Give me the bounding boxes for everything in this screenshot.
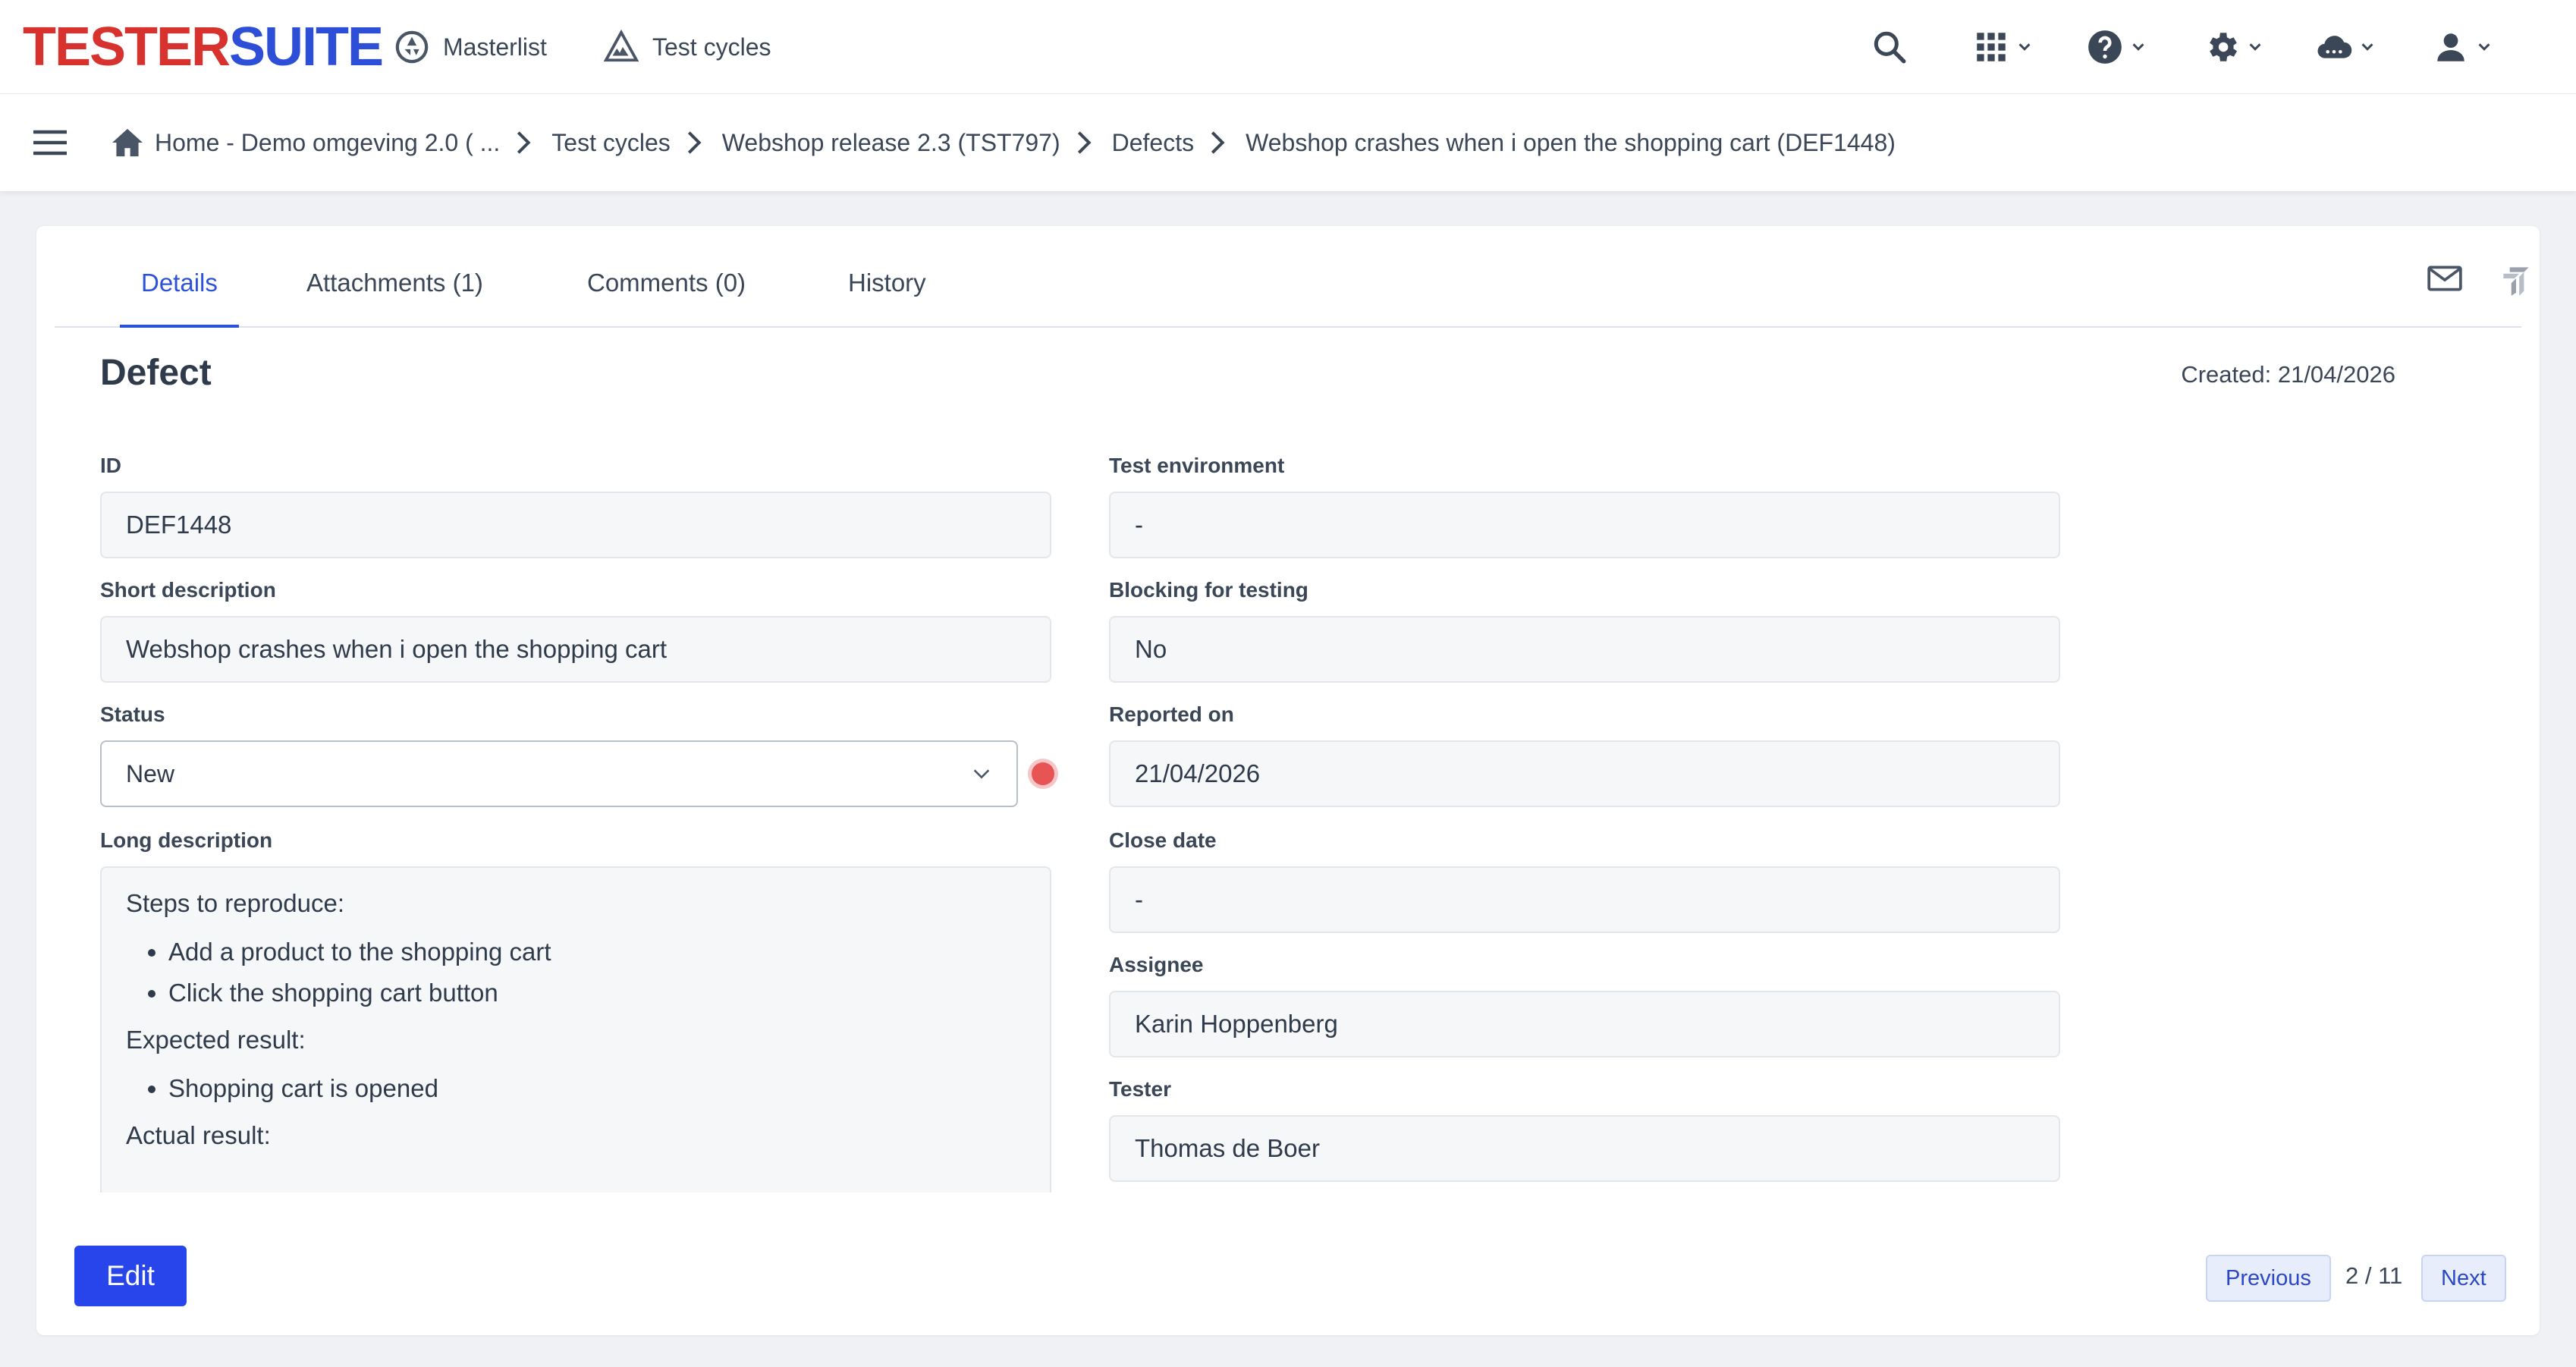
status-select[interactable]: New [100, 740, 1018, 807]
cloud-icon [2317, 36, 2352, 58]
list-item: Shopping cart is opened [168, 1068, 1026, 1109]
expected-heading: Expected result: [126, 1026, 306, 1054]
hamburger-menu-icon[interactable] [33, 127, 67, 158]
short-description-field: Webshop crashes when i open the shopping… [100, 616, 1051, 683]
chevron-right-icon [1077, 131, 1092, 154]
nav-test-cycles[interactable]: Test cycles [604, 26, 771, 68]
breadcrumb-item-defects[interactable]: Defects [1112, 129, 1194, 157]
home-icon[interactable] [111, 127, 144, 158]
blocking-label: Blocking for testing [1109, 578, 1308, 602]
breadcrumb: Home - Demo omgeving 2.0 ( ... Test cycl… [111, 121, 1896, 164]
test-environment-label: Test environment [1109, 454, 1285, 477]
tab-history[interactable]: History [827, 266, 947, 328]
next-button[interactable]: Next [2421, 1255, 2506, 1302]
expected-list: Shopping cart is opened [126, 1068, 1026, 1109]
assignee-label: Assignee [1109, 953, 1204, 976]
list-item: Add a product to the shopping cart [168, 932, 1026, 973]
tab-bar: Details Attachments (1) Comments (0) His… [55, 226, 2529, 328]
close-date-label: Close date [1109, 828, 1217, 852]
chevron-down-icon [2132, 43, 2144, 51]
status-indicator [1032, 762, 1054, 785]
breadcrumb-bar: Home - Demo omgeving 2.0 ( ... Test cycl… [0, 94, 2576, 191]
edit-button[interactable]: Edit [74, 1246, 187, 1306]
breadcrumb-item-test-cycles[interactable]: Test cycles [551, 129, 670, 157]
record-counter: 2 / 11 [2345, 1262, 2403, 1289]
chevron-right-icon [1211, 131, 1225, 154]
nav-masterlist-label: Masterlist [443, 33, 547, 61]
apps-menu-button[interactable] [1972, 24, 2033, 70]
tab-attachments[interactable]: Attachments (1) [285, 266, 504, 328]
breadcrumb-item-home[interactable]: Home - Demo omgeving 2.0 ( ... [155, 129, 500, 157]
jira-integration-icon[interactable] [2497, 259, 2535, 297]
testersuite-logo[interactable]: TESTERSUITE [23, 17, 384, 77]
chevron-down-icon [2249, 43, 2261, 51]
mail-icon[interactable] [2426, 259, 2464, 297]
long-description-label: Long description [100, 828, 273, 852]
id-label: ID [100, 454, 121, 477]
nav-masterlist[interactable]: Masterlist [394, 26, 547, 68]
previous-button[interactable]: Previous [2206, 1255, 2331, 1302]
user-menu-button[interactable] [2432, 24, 2493, 70]
nav-test-cycles-label: Test cycles [652, 33, 771, 61]
steps-list: Add a product to the shopping cart Click… [126, 932, 1026, 1013]
tab-comments[interactable]: Comments (0) [566, 266, 767, 328]
chevron-down-icon [2361, 43, 2373, 51]
steps-heading: Steps to reproduce: [126, 889, 345, 917]
top-bar: TESTERSUITE Masterlist Test cycles [0, 0, 2576, 94]
settings-gear-icon [2210, 33, 2237, 61]
chevron-right-icon [517, 131, 531, 154]
user-icon [2437, 33, 2464, 61]
status-selected-value: New [126, 759, 175, 787]
created-date: Created: 21/04/2026 [2181, 361, 2395, 388]
chevron-down-icon [2018, 43, 2031, 51]
status-label: Status [100, 702, 165, 726]
help-icon [2088, 30, 2122, 64]
search-button[interactable] [1871, 24, 1908, 70]
reported-on-field: 21/04/2026 [1109, 740, 2060, 807]
breadcrumb-item-current: Webshop crashes when i open the shopping… [1246, 128, 1896, 156]
tester-label: Tester [1109, 1077, 1171, 1101]
blocking-field: No [1109, 616, 2060, 683]
settings-menu-button[interactable] [2203, 24, 2263, 70]
test-environment-field: - [1109, 492, 2060, 558]
tab-details[interactable]: Details [120, 266, 239, 328]
id-field: DEF1448 [100, 492, 1051, 558]
test-cycles-icon [604, 30, 639, 62]
apps-grid-icon [1977, 33, 2006, 61]
masterlist-icon [395, 30, 429, 64]
close-date-field: - [1109, 866, 2060, 933]
help-menu-button[interactable] [2086, 24, 2147, 70]
list-item: Click the shopping cart button [168, 973, 1026, 1013]
chevron-down-icon [973, 769, 990, 779]
cloud-menu-button[interactable] [2315, 24, 2376, 70]
defect-card: Details Attachments (1) Comments (0) His… [36, 226, 2540, 1335]
reported-on-label: Reported on [1109, 702, 1234, 726]
search-icon [1874, 31, 1906, 64]
long-description-field: Steps to reproduce: Add a product to the… [100, 866, 1051, 1193]
section-title: Defect [100, 353, 212, 393]
tester-field: Thomas de Boer [1109, 1115, 2060, 1182]
chevron-down-icon [2478, 43, 2490, 51]
actual-heading: Actual result: [126, 1121, 271, 1149]
assignee-field: Karin Hoppenberg [1109, 991, 2060, 1057]
chevron-right-icon [687, 131, 702, 154]
short-description-label: Short description [100, 578, 276, 602]
breadcrumb-item-test-cycle[interactable]: Webshop release 2.3 (TST797) [722, 129, 1060, 157]
